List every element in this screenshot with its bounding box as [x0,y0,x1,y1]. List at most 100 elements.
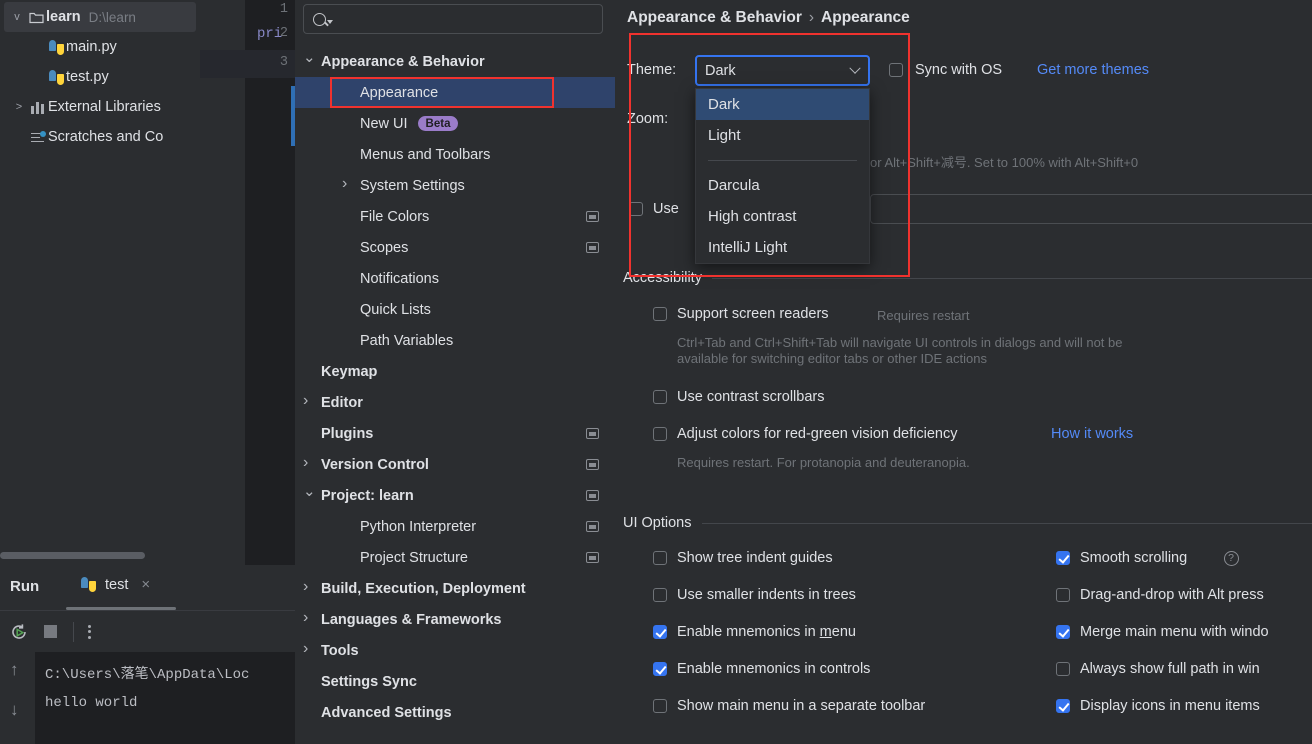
settings-tree-item-keymap[interactable]: Keymap [295,356,615,387]
chevron-down-icon[interactable] [849,62,861,74]
settings-tree-item-quick-lists[interactable]: Quick Lists [295,294,615,325]
chevron-down-icon[interactable]: v [8,11,26,23]
settings-tree-item-python-interpreter[interactable]: Python Interpreter [295,511,615,542]
stop-icon[interactable] [44,625,57,638]
use-custom-font-label: Use [653,201,679,217]
ui-option-label: Merge main menu with windo [1080,624,1269,640]
folder-icon [26,11,46,24]
chevron-right-icon[interactable]: › [303,454,308,472]
theme-option-darcula[interactable]: Darcula [696,170,869,201]
ui-option-checkbox-merge-main-menu-with-windo[interactable] [1056,625,1070,639]
settings-tree-item-file-colors[interactable]: File Colors [295,201,615,232]
theme-option-dark[interactable]: Dark [696,89,869,120]
settings-tree-item-path-variables[interactable]: Path Variables [295,325,615,356]
ui-option-label: Always show full path in win [1080,661,1260,677]
use-custom-font-checkbox[interactable] [629,202,643,216]
ui-option-checkbox-enable-mnemonics-in-controls[interactable] [653,662,667,676]
ui-options-title: UI Options [623,515,692,531]
chevron-down-icon[interactable]: ⌄ [303,48,316,66]
project-tree-row-external-libraries[interactable]: > External Libraries [0,92,200,122]
project-scope-icon [586,211,599,222]
settings-tree-item-label: Appearance [360,84,439,101]
sync-with-os-checkbox[interactable] [889,63,903,77]
project-tree-row-learn[interactable]: v learn D:\learn [4,2,196,32]
settings-tree-item-project-learn[interactable]: ⌄ Project: learn [295,480,615,511]
accessibility-title: Accessibility [623,270,702,286]
project-horizontal-scrollbar[interactable] [0,552,145,559]
project-tree-label: test.py [66,69,109,85]
settings-tree-item-tools[interactable]: › Tools [295,635,615,666]
run-tab-label: test [105,576,129,593]
console-line: hello world [45,695,138,711]
console-output[interactable]: C:\Users\落笔\AppData\Loc hello world [35,652,295,744]
settings-tree-item-settings-sync[interactable]: Settings Sync [295,666,615,697]
settings-tree-item-plugins[interactable]: Plugins [295,418,615,449]
use-contrast-scrollbars-label: Use contrast scrollbars [677,389,825,405]
ui-option-checkbox-use-smaller-indents-in-trees[interactable] [653,588,667,602]
settings-tree-item-label: Plugins [321,425,374,442]
help-icon[interactable]: ? [1223,551,1239,566]
more-options-icon[interactable] [88,624,91,639]
ui-option-checkbox-enable-mnemonics-in-menu[interactable] [653,625,667,639]
run-tab-test[interactable]: test × [78,576,150,593]
get-more-themes-link[interactable]: Get more themes [1037,62,1149,78]
settings-tree-item-menus-and-toolbars[interactable]: Menus and Toolbars [295,139,615,170]
chevron-down-icon[interactable]: ⌄ [303,482,316,500]
chevron-right-icon[interactable]: › [303,392,308,410]
theme-dropdown-popup[interactable]: Dark Light Darcula High contrast IntelliJ Li… [695,88,870,264]
theme-combobox-value: Dark [705,62,736,79]
theme-option-high-contrast[interactable]: High contrast [696,201,869,232]
settings-tree-item-new-ui[interactable]: New UI Beta [295,108,615,139]
how-it-works-link[interactable]: How it works [1051,426,1133,442]
ui-option-checkbox-smooth-scrolling[interactable] [1056,551,1070,565]
project-tree-row-scratches[interactable]: Scratches and Co [0,122,200,152]
settings-tree-item-version-control[interactable]: › Version Control [295,449,615,480]
theme-option-intellij-light[interactable]: IntelliJ Light [696,232,869,263]
theme-option-light[interactable]: Light [696,120,869,151]
ui-option-checkbox-display-icons-in-menu-items[interactable] [1056,699,1070,713]
settings-tree-item-languages-frameworks[interactable]: › Languages & Frameworks [295,604,615,635]
toolbar-divider [73,621,74,642]
scroll-up-icon[interactable]: ↑ [10,660,19,680]
settings-tree-item-advanced-settings[interactable]: Advanced Settings [295,697,615,728]
ui-option-checkbox-show-main-menu-in-a-separate-toolbar[interactable] [653,699,667,713]
chevron-right-icon[interactable]: > [10,101,28,113]
theme-label: Theme: [627,62,677,78]
ui-option-checkbox-always-show-full-path-in-win[interactable] [1056,662,1070,676]
settings-tree-item-label: Settings Sync [321,673,417,690]
close-icon[interactable]: × [141,576,150,593]
settings-tree-item-label: Advanced Settings [321,704,452,721]
project-tree-row-test-py[interactable]: test.py [0,62,200,92]
custom-font-combobox[interactable] [870,194,1312,224]
adjust-colors-checkbox[interactable] [653,427,667,441]
ui-option-label: Use smaller indents in trees [677,587,856,603]
ui-option-label: Enable mnemonics in controls [677,661,871,677]
settings-tree-item-build-execution-deployment[interactable]: › Build, Execution, Deployment [295,573,615,604]
chevron-right-icon[interactable]: › [303,609,308,627]
settings-tree-item-notifications[interactable]: Notifications [295,263,615,294]
support-screen-readers-checkbox[interactable] [653,307,667,321]
settings-tree-item-scopes[interactable]: Scopes [295,232,615,263]
theme-combobox[interactable]: Dark [695,55,870,86]
chevron-right-icon[interactable]: › [303,640,308,658]
scroll-down-icon[interactable]: ↓ [10,700,19,720]
settings-tree-item-appearance-behavior[interactable]: ⌄ Appearance & Behavior [295,46,615,77]
project-tool-window: v learn D:\learn main.py test.py > Exter… [0,0,200,565]
rerun-icon[interactable] [8,621,30,643]
ui-option-checkbox-drag-and-drop-with-alt-press[interactable] [1056,588,1070,602]
settings-tree-item-project-structure[interactable]: Project Structure [295,542,615,573]
python-file-icon [78,577,98,592]
breadcrumb-separator: › [808,9,815,26]
code-editor[interactable]: 1 2 3 pri [200,0,295,565]
chevron-right-icon[interactable]: › [303,578,308,596]
settings-tree-item-appearance[interactable]: Appearance [295,77,615,108]
breadcrumb-root[interactable]: Appearance & Behavior [627,9,802,26]
chevron-right-icon[interactable]: › [342,175,347,193]
settings-tree-item-system-settings[interactable]: › System Settings [295,170,615,201]
settings-search-input[interactable] [303,4,603,34]
ui-option-checkbox-show-tree-indent-guides[interactable] [653,551,667,565]
project-tree-row-main-py[interactable]: main.py [0,32,200,62]
use-contrast-scrollbars-checkbox[interactable] [653,390,667,404]
adjust-colors-label: Adjust colors for red-green vision defic… [677,426,958,442]
settings-tree-item-editor[interactable]: › Editor [295,387,615,418]
